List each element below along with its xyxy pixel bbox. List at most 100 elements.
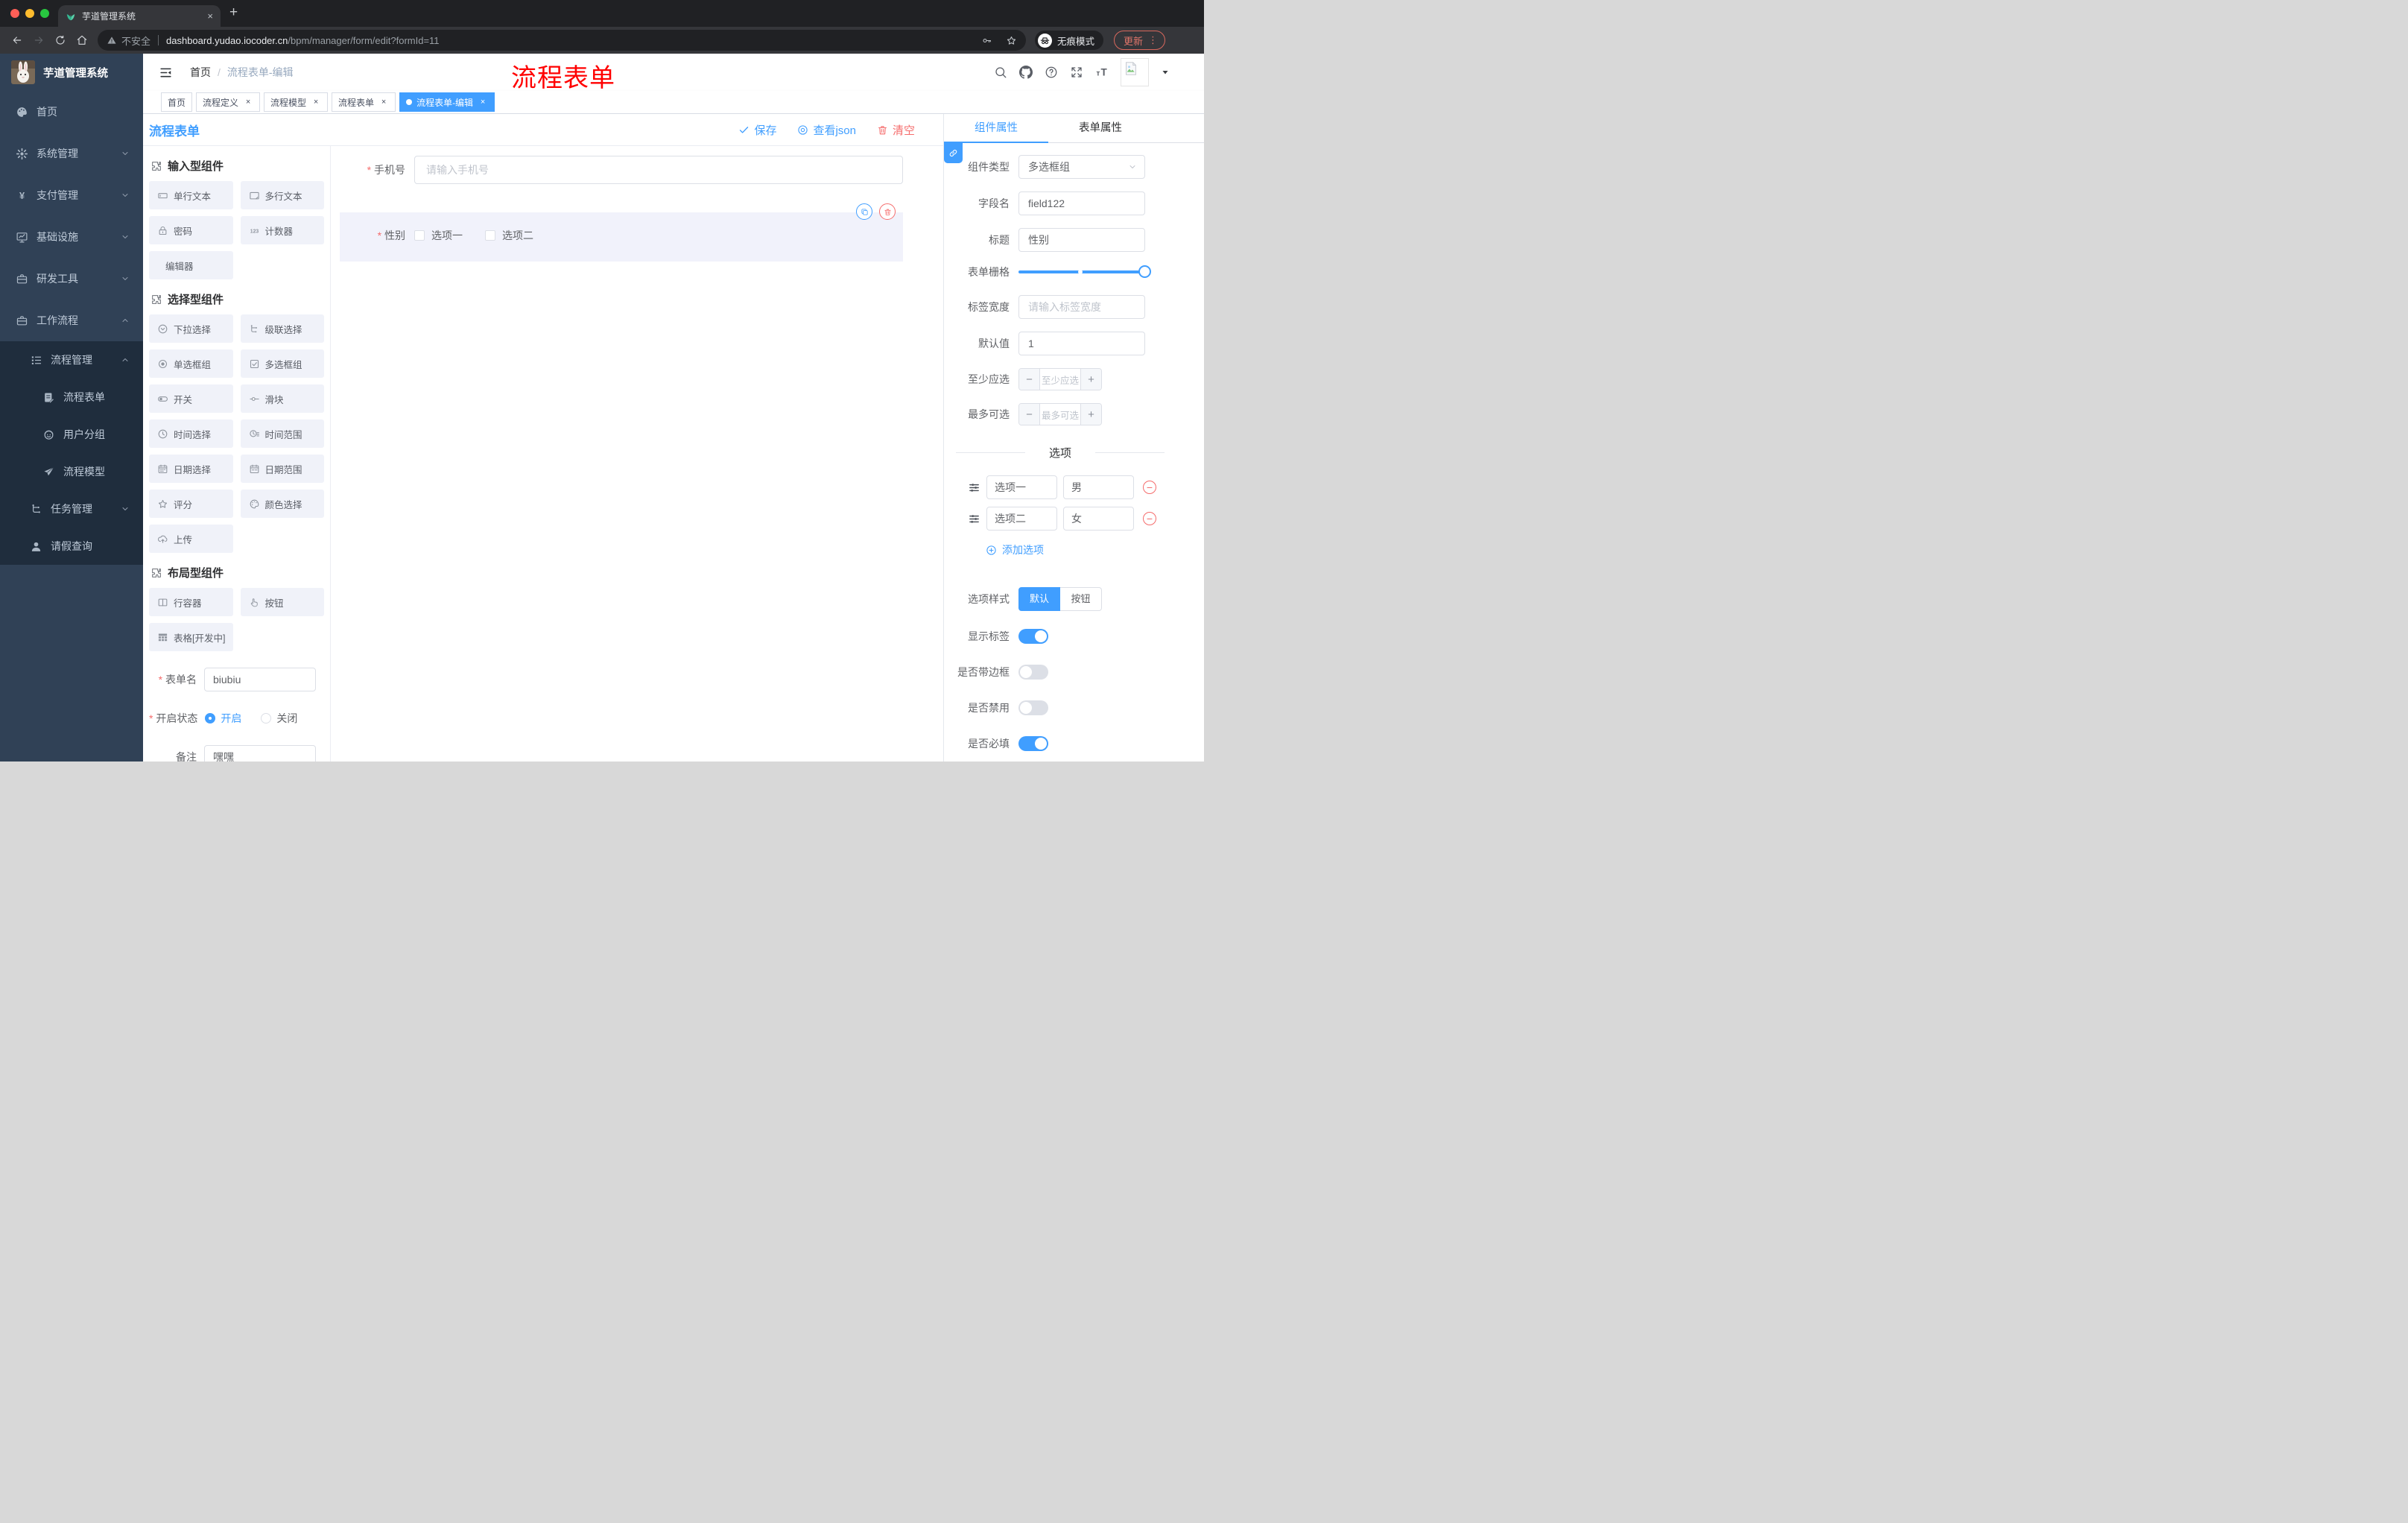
drag-handle-icon[interactable]	[968, 481, 980, 494]
option-name-input[interactable]	[986, 507, 1057, 531]
home-icon[interactable]	[72, 31, 92, 50]
toggle-with-border[interactable]	[1018, 665, 1048, 680]
update-button[interactable]: 更新 ⋮	[1114, 31, 1166, 50]
sidebar-item-user-group[interactable]: 用户分组	[0, 416, 143, 453]
palette-item-single-line-text[interactable]: 单行文本	[149, 181, 233, 209]
palette-item-upload[interactable]: 上传	[149, 525, 233, 553]
tag-home[interactable]: 首页	[161, 92, 193, 112]
palette-item-multi-line-text[interactable]: 多行文本	[240, 181, 324, 209]
browser-tab[interactable]: 芋道管理系统 ×	[58, 5, 221, 27]
forward-icon[interactable]	[29, 31, 48, 50]
tag-process-definition[interactable]: 流程定义 ×	[196, 92, 261, 112]
sidebar-item-leave-query[interactable]: 请假查询	[0, 528, 143, 565]
breadcrumb-home[interactable]: 首页	[190, 65, 211, 80]
gender-option-checkbox[interactable]: 选项一	[414, 228, 463, 243]
gender-option-checkbox[interactable]: 选项二	[485, 228, 533, 243]
address-bar[interactable]: 不安全 dashboard.yudao.iocoder.cn/bpm/manag…	[98, 30, 1026, 51]
style-default-button[interactable]: 默认	[1018, 587, 1060, 611]
close-icon[interactable]: ×	[311, 97, 321, 107]
copy-field-button[interactable]	[856, 203, 872, 220]
font-size-icon[interactable]: тT	[1095, 66, 1109, 79]
palette-item-slider[interactable]: 滑块	[240, 384, 324, 413]
checkbox-icon[interactable]	[414, 230, 425, 241]
github-icon[interactable]	[1019, 66, 1033, 79]
status-on-radio[interactable]: 开启	[205, 711, 241, 726]
palette-item-row-container[interactable]: 行容器	[149, 588, 233, 616]
new-tab-button[interactable]: +	[229, 4, 238, 21]
delete-field-button[interactable]	[879, 203, 896, 220]
plus-button[interactable]: +	[1081, 369, 1101, 390]
palette-item-date-picker[interactable]: 日期选择	[149, 455, 233, 483]
toggle-required[interactable]	[1018, 736, 1048, 751]
palette-item-table-dev[interactable]: 表格[开发中]	[149, 623, 233, 651]
clear-button[interactable]: 清空	[877, 122, 915, 138]
sidebar-item-process-model[interactable]: 流程模型	[0, 453, 143, 490]
reload-icon[interactable]	[51, 31, 70, 50]
browser-menu-icon[interactable]: ⋮	[1148, 34, 1158, 46]
fullscreen-icon[interactable]	[1070, 66, 1083, 79]
save-button[interactable]: 保存	[738, 122, 776, 138]
close-icon[interactable]: ×	[478, 97, 488, 107]
remove-option-button[interactable]: −	[1143, 512, 1156, 525]
sidebar-item-infrastructure[interactable]: 基础设施	[0, 216, 143, 258]
palette-item-select[interactable]: 下拉选择	[149, 314, 233, 343]
palette-item-color-picker[interactable]: 颜色选择	[240, 490, 324, 518]
palette-item-cascader[interactable]: 级联选择	[240, 314, 324, 343]
min-select-value[interactable]: 至少应选	[1039, 369, 1081, 390]
hamburger-icon[interactable]	[159, 66, 173, 80]
search-icon[interactable]	[994, 66, 1007, 79]
palette-item-switch[interactable]: 开关	[149, 384, 233, 413]
avatar[interactable]	[1121, 58, 1149, 86]
tag-process-form-edit[interactable]: 流程表单-编辑 ×	[399, 92, 495, 112]
tag-process-model[interactable]: 流程模型 ×	[264, 92, 329, 112]
form-name-input[interactable]	[204, 668, 316, 691]
view-json-button[interactable]: 查看json	[797, 122, 856, 138]
slider-handle[interactable]	[1138, 265, 1151, 278]
tag-process-form[interactable]: 流程表单 ×	[332, 92, 396, 112]
palette-item-date-range[interactable]: 日期范围	[240, 455, 324, 483]
field-name-input[interactable]	[1018, 191, 1145, 215]
close-tab-icon[interactable]: ×	[207, 10, 213, 22]
grid-slider[interactable]	[1018, 265, 1151, 278]
palette-item-editor[interactable]: 编辑器	[149, 251, 233, 279]
sidebar-item-process-management[interactable]: 流程管理	[0, 341, 143, 379]
palette-item-checkbox-group[interactable]: 多选框组	[240, 349, 324, 378]
option-name-input[interactable]	[986, 475, 1057, 499]
palette-item-radio-group[interactable]: 单选框组	[149, 349, 233, 378]
tab-form-props[interactable]: 表单属性	[1048, 114, 1153, 142]
component-type-select[interactable]: 多选框组	[1018, 155, 1145, 179]
password-key-icon[interactable]	[981, 35, 992, 46]
palette-item-password[interactable]: 密码	[149, 216, 233, 244]
form-remark-textarea[interactable]: 嘿嘿	[204, 745, 316, 762]
tab-component-props[interactable]: 组件属性	[944, 114, 1048, 143]
sidebar-item-dev-tools[interactable]: 研发工具	[0, 258, 143, 300]
palette-item-rate[interactable]: 评分	[149, 490, 233, 518]
minus-button[interactable]: −	[1019, 369, 1039, 390]
help-icon[interactable]	[1045, 66, 1058, 79]
plus-button[interactable]: +	[1081, 404, 1101, 425]
field-gender-selected[interactable]: 性别 选项一 选项二	[340, 203, 903, 262]
close-icon[interactable]: ×	[243, 97, 253, 107]
option-value-input[interactable]	[1063, 507, 1134, 531]
sidebar-item-home[interactable]: 首页	[0, 91, 143, 133]
default-value-input[interactable]	[1018, 332, 1145, 355]
sidebar-item-workflow[interactable]: 工作流程	[0, 300, 143, 341]
title-input[interactable]	[1018, 228, 1145, 252]
close-window-button[interactable]	[10, 9, 19, 18]
palette-item-time-picker[interactable]: 时间选择	[149, 419, 233, 448]
add-option-button[interactable]: 添加选项	[986, 542, 1176, 557]
max-select-value[interactable]: 最多可选	[1039, 404, 1081, 425]
close-icon[interactable]: ×	[378, 97, 389, 107]
toggle-disabled[interactable]	[1018, 700, 1048, 715]
style-button-button[interactable]: 按钮	[1060, 587, 1102, 611]
status-off-radio[interactable]: 关闭	[261, 711, 297, 726]
option-value-input[interactable]	[1063, 475, 1134, 499]
sidebar-item-system-management[interactable]: 系统管理	[0, 133, 143, 174]
palette-item-button[interactable]: 按钮	[240, 588, 324, 616]
maximize-window-button[interactable]	[40, 9, 49, 18]
avatar-caret-icon[interactable]	[1161, 68, 1170, 77]
drag-handle-icon[interactable]	[968, 513, 980, 525]
minimize-window-button[interactable]	[25, 9, 34, 18]
sidebar-logo[interactable]: 芋道管理系统	[0, 54, 143, 91]
bookmark-star-icon[interactable]	[1006, 35, 1017, 46]
